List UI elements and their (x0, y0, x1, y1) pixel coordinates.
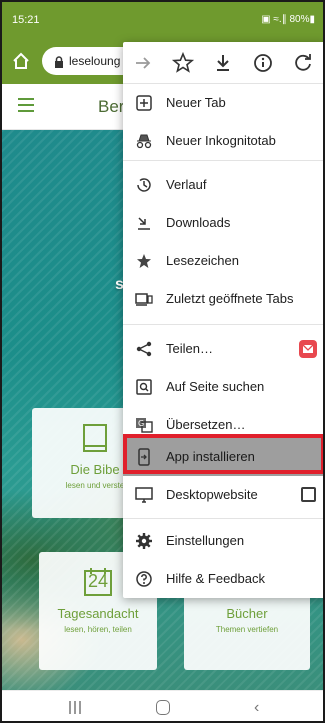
menu-item-recent-tabs[interactable]: Zuletzt geöffnete Tabs (123, 280, 323, 318)
downloads-icon (135, 214, 153, 232)
card-title: Bücher (226, 606, 268, 621)
mail-app-icon[interactable] (299, 340, 317, 358)
menu-item-help-feedback[interactable]: Hilfe & Feedback (123, 560, 323, 598)
menu-item-label: Verlauf (166, 177, 207, 192)
install-app-icon (135, 448, 153, 466)
recent-tabs-icon (135, 290, 153, 308)
menu-item-desktop-site[interactable]: Desktopwebsite (123, 476, 323, 514)
menu-item-new-tab[interactable]: Neuer Tab (123, 84, 323, 122)
status-time: 15:21 (12, 14, 40, 26)
browser-overflow-menu: Neuer Tab Neuer Inkognitotab Verlauf Dow… (123, 42, 323, 598)
refresh-icon[interactable] (291, 51, 315, 75)
menu-item-history[interactable]: Verlauf (123, 166, 323, 204)
status-bar: 15:21 ▣ ≈.∥ 80%▮ (2, 2, 323, 38)
new-tab-icon (135, 94, 153, 112)
menu-item-label: Auf Seite suchen (166, 379, 265, 394)
find-in-page-icon (135, 378, 153, 396)
menu-icon[interactable] (18, 98, 34, 112)
menu-divider (123, 324, 323, 325)
menu-action-row (123, 42, 323, 84)
menu-item-label: Neuer Inkognitotab (166, 133, 276, 148)
menu-item-new-incognito-tab[interactable]: Neuer Inkognitotab (123, 122, 323, 160)
menu-item-label: Downloads (166, 215, 231, 230)
menu-item-label: App installieren (166, 449, 255, 464)
menu-item-bookmarks[interactable]: Lesezeichen (123, 242, 323, 280)
calendar-icon: 24 (82, 566, 114, 598)
settings-icon (135, 532, 153, 550)
menu-item-label: Desktopwebsite (166, 487, 258, 502)
history-icon (135, 176, 153, 194)
calendar-day: 24 (87, 571, 109, 591)
menu-item-find-in-page[interactable]: Auf Seite suchen (123, 368, 323, 406)
menu-item-share[interactable]: Teilen… (123, 330, 323, 368)
menu-item-label: Lesezeichen (166, 253, 239, 268)
book-icon (79, 422, 111, 454)
card-subtitle: Themen vertiefen (215, 625, 279, 634)
svg-text:G: G (138, 419, 144, 428)
star-icon[interactable] (171, 51, 195, 75)
menu-item-label: Teilen… (166, 341, 213, 356)
menu-divider (123, 518, 323, 519)
bookmarks-icon (135, 252, 153, 270)
forward-icon[interactable] (131, 51, 155, 75)
menu-item-label: Übersetzen… (166, 417, 246, 432)
incognito-icon (135, 132, 153, 150)
lock-icon (54, 55, 64, 68)
menu-item-install-app[interactable]: App installieren (123, 438, 323, 476)
back-icon[interactable]: ‹ (254, 699, 259, 717)
menu-item-label: Zuletzt geöffnete Tabs (166, 291, 294, 306)
menu-divider (123, 160, 323, 161)
menu-item-label: Hilfe & Feedback (166, 571, 265, 586)
info-icon[interactable] (251, 51, 275, 75)
status-indicators: ▣ ≈.∥ 80%▮ (261, 14, 315, 25)
system-nav-bar: ‹ (2, 690, 323, 721)
help-icon (135, 570, 153, 588)
translate-icon: G (135, 416, 153, 434)
menu-item-downloads[interactable]: Downloads (123, 204, 323, 242)
url-text: leseloung (69, 54, 121, 68)
card-title: Tagesandacht (57, 606, 139, 621)
site-title: Ber (98, 97, 125, 116)
menu-item-settings[interactable]: Einstellungen (123, 522, 323, 560)
menu-item-label: Einstellungen (166, 533, 245, 548)
card-subtitle: lesen, hören, teilen (64, 625, 132, 634)
recent-apps-icon[interactable] (68, 701, 82, 714)
desktop-site-checkbox[interactable] (301, 487, 316, 502)
home-icon[interactable] (10, 50, 32, 72)
download-icon[interactable] (211, 51, 235, 75)
desktop-icon (135, 486, 153, 504)
menu-item-label: Neuer Tab (166, 95, 226, 110)
system-home-icon[interactable] (156, 700, 170, 715)
phone-screen: 15:21 ▣ ≈.∥ 80%▮ leseloung Ber Wie il Gö… (0, 0, 325, 723)
share-icon (135, 340, 153, 358)
